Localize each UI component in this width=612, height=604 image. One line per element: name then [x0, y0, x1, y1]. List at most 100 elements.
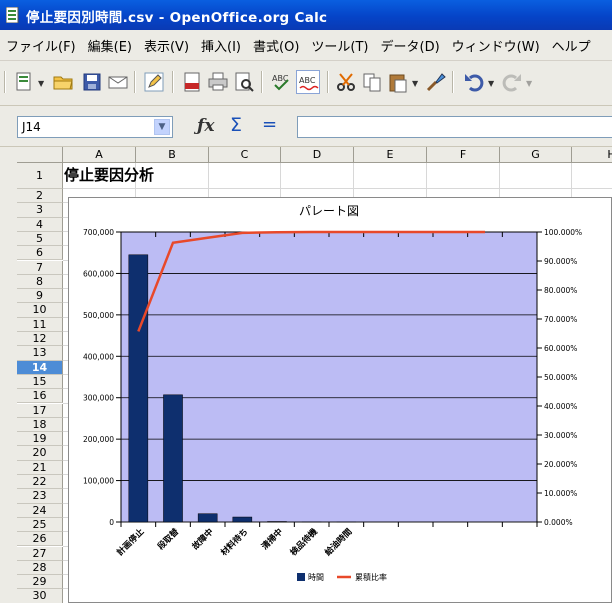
name-box-dropdown-icon[interactable]: ▼	[154, 119, 170, 135]
paste-dropdown-arrow-icon[interactable]: ▼	[412, 79, 418, 88]
row-header-27[interactable]: 27	[17, 547, 63, 561]
menu-help[interactable]: ヘルプ	[546, 36, 597, 55]
row-header-25[interactable]: 25	[17, 518, 63, 532]
right-tick-label: 70.000%	[544, 315, 577, 324]
column-header-b[interactable]: B	[136, 147, 209, 163]
plot-area	[121, 232, 537, 522]
chart-title: パレート図	[299, 204, 359, 218]
function-wizard-icon[interactable]: ƒx	[197, 116, 214, 136]
column-header-f[interactable]: F	[427, 147, 500, 163]
bar-材料待ち	[233, 517, 252, 522]
right-tick-label: 10.000%	[544, 489, 577, 498]
left-tick-label: 200,000	[83, 435, 114, 444]
row-header-8[interactable]: 8	[17, 275, 63, 289]
menu-view[interactable]: 表示(V)	[138, 36, 195, 55]
category-label: 検品待機	[288, 526, 320, 558]
cell-a1[interactable]: 停止要因分析	[64, 164, 154, 185]
svg-text:ABC: ABC	[299, 76, 316, 85]
sum-icon[interactable]: Σ	[230, 114, 242, 136]
row-header-6[interactable]: 6	[17, 246, 63, 260]
formula-input[interactable]	[297, 116, 612, 138]
select-all-corner[interactable]	[17, 147, 63, 163]
column-header-e[interactable]: E	[354, 147, 427, 163]
row-header-22[interactable]: 22	[17, 475, 63, 489]
save-icon[interactable]	[80, 70, 104, 94]
menu-edit[interactable]: 編集(E)	[82, 36, 138, 55]
cut-icon[interactable]	[334, 70, 358, 94]
category-label: 故障中	[190, 526, 216, 552]
row-header-1[interactable]: 1	[17, 163, 63, 189]
row-header-10[interactable]: 10	[17, 303, 63, 317]
row-header-20[interactable]: 20	[17, 446, 63, 460]
left-tick-label: 600,000	[83, 269, 114, 278]
right-tick-label: 0.000%	[544, 518, 573, 527]
export-pdf-icon[interactable]	[180, 70, 204, 94]
pareto-chart[interactable]: パレート図0100,000200,000300,000400,000500,00…	[68, 197, 612, 603]
row-header-2[interactable]: 2	[17, 189, 63, 203]
row-header-29[interactable]: 29	[17, 575, 63, 589]
copy-icon[interactable]	[360, 70, 384, 94]
edit-file-icon[interactable]	[142, 70, 166, 94]
row-header-16[interactable]: 16	[17, 389, 63, 403]
autospellcheck-icon[interactable]: ABC	[296, 70, 320, 94]
row-header-30[interactable]: 30	[17, 589, 63, 603]
menu-file[interactable]: ファイル(F)	[0, 36, 82, 55]
formula-bar: J14 ▼ ƒx Σ =	[0, 106, 612, 147]
row-header-11[interactable]: 11	[17, 318, 63, 332]
right-tick-label: 100.000%	[544, 228, 582, 237]
function-icon[interactable]: =	[262, 114, 277, 135]
menu-window[interactable]: ウィンドウ(W)	[446, 36, 546, 55]
print-icon[interactable]	[206, 70, 230, 94]
row-header-24[interactable]: 24	[17, 504, 63, 518]
toolbar-separator	[452, 71, 454, 93]
row-header-28[interactable]: 28	[17, 561, 63, 575]
spellcheck-icon[interactable]: ABC	[270, 70, 294, 94]
row-header-15[interactable]: 15	[17, 375, 63, 389]
toolbar-separator	[261, 71, 263, 93]
row-header-19[interactable]: 19	[17, 432, 63, 446]
row-header-17[interactable]: 17	[17, 404, 63, 418]
right-tick-label: 40.000%	[544, 402, 577, 411]
undo-icon[interactable]	[462, 70, 486, 94]
undo-dropdown-arrow-icon[interactable]: ▼	[488, 79, 494, 88]
column-header-c[interactable]: C	[209, 147, 281, 163]
toolbar-separator	[134, 71, 136, 93]
row-header-13[interactable]: 13	[17, 346, 63, 360]
legend-swatch-bar	[297, 573, 305, 581]
row-header-5[interactable]: 5	[17, 232, 63, 246]
right-tick-label: 80.000%	[544, 286, 577, 295]
name-box[interactable]: J14 ▼	[17, 116, 173, 138]
new-document-icon[interactable]	[12, 70, 36, 94]
new-dropdown-arrow-icon[interactable]: ▼	[38, 79, 44, 88]
redo-icon[interactable]	[500, 70, 524, 94]
row-header-14[interactable]: 14	[17, 361, 63, 375]
column-header-h[interactable]: H	[572, 147, 612, 163]
email-icon[interactable]	[106, 70, 130, 94]
row-header-12[interactable]: 12	[17, 332, 63, 346]
menu-data[interactable]: データ(D)	[375, 36, 446, 55]
column-header-g[interactable]: G	[500, 147, 572, 163]
row-header-4[interactable]: 4	[17, 218, 63, 232]
column-header-d[interactable]: D	[281, 147, 354, 163]
category-label: 段取替	[155, 526, 181, 552]
redo-dropdown-arrow-icon[interactable]: ▼	[526, 79, 532, 88]
gridline-horizontal	[63, 188, 612, 189]
clone-formatting-icon[interactable]	[424, 70, 448, 94]
row-header-23[interactable]: 23	[17, 489, 63, 503]
row-header-26[interactable]: 26	[17, 532, 63, 546]
row-header-18[interactable]: 18	[17, 418, 63, 432]
print-preview-icon[interactable]	[232, 70, 256, 94]
paste-icon[interactable]	[386, 70, 410, 94]
menu-tools[interactable]: ツール(T)	[305, 36, 374, 55]
column-header-a[interactable]: A	[63, 147, 136, 163]
menu-insert[interactable]: 挿入(I)	[195, 36, 247, 55]
row-header-3[interactable]: 3	[17, 203, 63, 217]
row-header-7[interactable]: 7	[17, 261, 63, 275]
row-header-9[interactable]: 9	[17, 289, 63, 303]
open-folder-icon[interactable]	[51, 70, 75, 94]
bar-段取替	[163, 395, 182, 522]
row-header-21[interactable]: 21	[17, 461, 63, 475]
menu-format[interactable]: 書式(O)	[247, 36, 305, 55]
category-label: 給油時間	[323, 526, 355, 558]
right-tick-label: 90.000%	[544, 257, 577, 266]
